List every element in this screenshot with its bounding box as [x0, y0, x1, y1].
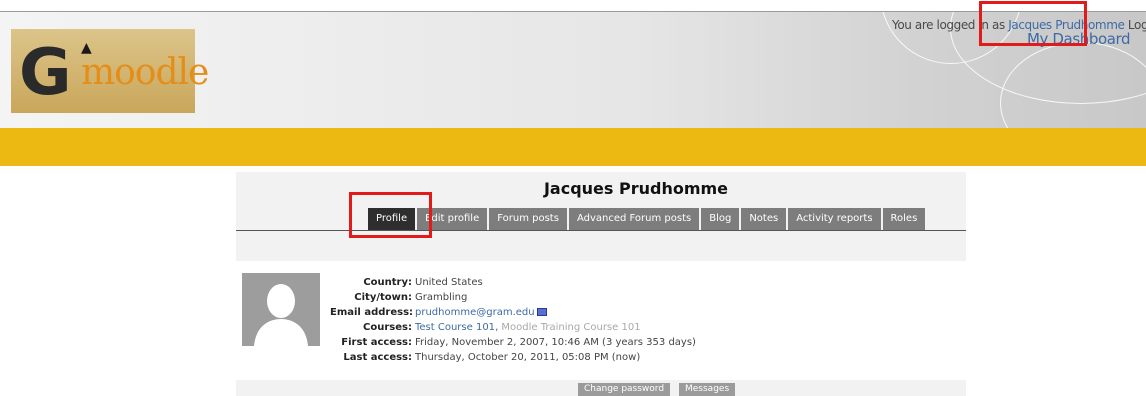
avatar: [242, 273, 320, 346]
tab-activity-reports[interactable]: Activity reports: [788, 208, 881, 230]
default-user-icon: [242, 273, 320, 346]
field-row-city: City/town: Grambling: [330, 290, 696, 305]
site-logo[interactable]: G ▲ moodle: [11, 29, 209, 113]
email-label: Email address:: [330, 307, 414, 318]
last-access-value: Thursday, October 20, 2011, 05:08 PM (no…: [415, 352, 641, 363]
tab-advanced-forum-posts[interactable]: Advanced Forum posts: [568, 208, 700, 230]
highlight-box-username: [979, 1, 1087, 46]
field-row-courses: Courses: Test Course 101, Moodle Training…: [330, 320, 696, 335]
subtab-strip: [236, 231, 966, 261]
highlight-box-profile-tab: [349, 192, 432, 238]
logo-g-letter: G: [19, 36, 72, 110]
field-row-email: Email address: prudhomme@gram.edu: [330, 305, 696, 320]
navigation-bar: [0, 128, 1146, 166]
tab-notes[interactable]: Notes: [741, 208, 787, 230]
first-access-label: First access:: [341, 337, 412, 348]
logo-moodle-wordmark: moodle: [81, 52, 209, 93]
field-row-last-access: Last access: Thursday, October 20, 2011, …: [330, 350, 696, 365]
last-access-label: Last access:: [343, 352, 412, 363]
course-link-test-course[interactable]: Test Course 101: [415, 322, 495, 333]
logout-link[interactable]: Logout: [1128, 18, 1146, 32]
first-access-value: Friday, November 2, 2007, 10:46 AM (3 ye…: [415, 337, 696, 348]
change-password-button[interactable]: Change password: [578, 383, 671, 396]
field-row-first-access: First access: Friday, November 2, 2007, 1…: [330, 335, 696, 350]
tab-roles[interactable]: Roles: [882, 208, 926, 230]
messages-button[interactable]: Messages: [679, 383, 736, 396]
profile-tabs: Profile Edit profile Forum posts Advance…: [368, 208, 926, 230]
course-link-moodle-training[interactable]: Moodle Training Course 101: [501, 322, 640, 333]
page-title: Jacques Prudhomme: [543, 179, 729, 198]
envelope-icon[interactable]: [536, 308, 547, 316]
city-label: City/town:: [354, 292, 412, 303]
country-value: United States: [415, 277, 483, 288]
field-row-country: Country: United States: [330, 275, 696, 290]
courses-value: Test Course 101, Moodle Training Course …: [415, 322, 641, 333]
profile-content: Jacques Prudhomme Profile Edit profile F…: [236, 172, 966, 396]
city-value: Grambling: [415, 292, 468, 303]
email-link[interactable]: prudhomme@gram.edu: [412, 307, 535, 318]
country-label: Country:: [363, 277, 412, 288]
courses-label: Courses:: [363, 322, 412, 333]
tab-blog[interactable]: Blog: [701, 208, 740, 230]
tab-forum-posts[interactable]: Forum posts: [489, 208, 567, 230]
profile-details: Country: United States City/town: Gramblin…: [330, 275, 696, 365]
